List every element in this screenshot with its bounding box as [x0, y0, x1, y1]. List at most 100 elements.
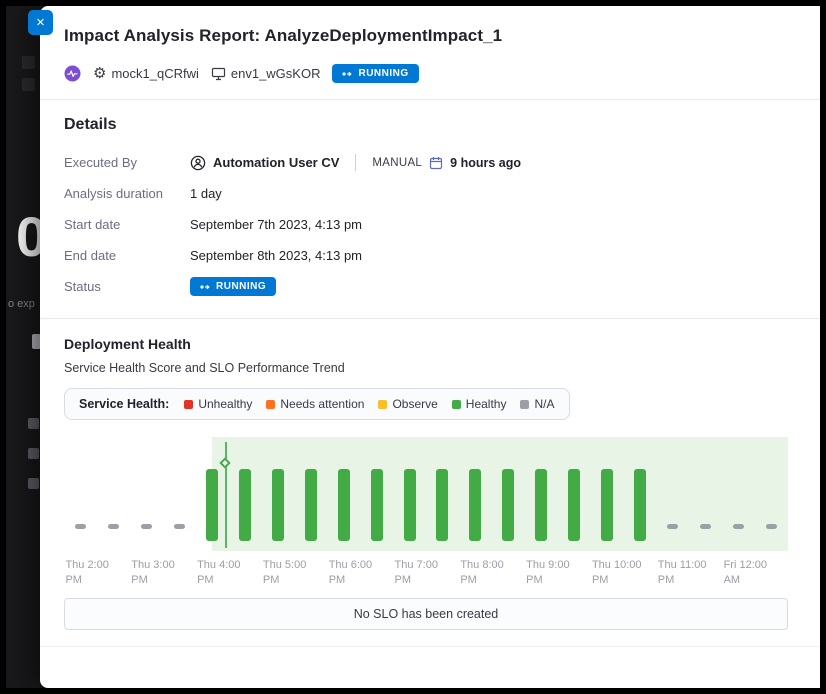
- healthy-bar[interactable]: [568, 469, 580, 541]
- legend-swatch: [520, 400, 529, 409]
- divider: [40, 318, 820, 319]
- executed-time-ago: 9 hours ago: [450, 156, 521, 170]
- axis-slot: Thu 4:00PM: [196, 558, 229, 590]
- detail-row-start-date: Start date September 7th 2023, 4:13 pm: [64, 209, 788, 240]
- close-button[interactable]: ×: [28, 10, 53, 35]
- healthy-bar[interactable]: [502, 469, 514, 541]
- details-rows: Executed By Automation User CV MANUAL: [64, 147, 788, 302]
- impact-analysis-report-drawer: Impact Analysis Report: AnalyzeDeploymen…: [40, 6, 820, 688]
- healthy-bar[interactable]: [436, 469, 448, 541]
- chart-point: [360, 469, 393, 541]
- na-dash[interactable]: [766, 524, 777, 529]
- axis-slot: Thu 6:00PM: [327, 558, 360, 590]
- environment-icon: [211, 67, 226, 81]
- na-dash[interactable]: [75, 524, 86, 529]
- legend-swatch: [378, 400, 387, 409]
- detail-row-end-date: End date September 8th 2023, 4:13 pm: [64, 240, 788, 271]
- detail-row-status: Status RUNNING: [64, 271, 788, 302]
- monitored-service-icon: [64, 65, 81, 82]
- chart-point: [656, 524, 689, 541]
- detail-label: Status: [64, 279, 190, 294]
- na-dash[interactable]: [108, 524, 119, 529]
- modal-title: Impact Analysis Report: AnalyzeDeploymen…: [64, 26, 788, 46]
- legend-swatch: [266, 400, 275, 409]
- detail-row-executed-by: Executed By Automation User CV MANUAL: [64, 147, 788, 178]
- na-dash[interactable]: [174, 524, 185, 529]
- na-dash[interactable]: [141, 524, 152, 529]
- healthy-bar[interactable]: [535, 469, 547, 541]
- vertical-divider: [355, 154, 356, 171]
- na-dash[interactable]: [733, 524, 744, 529]
- environment-item[interactable]: env1_wGsKOR: [211, 66, 321, 81]
- chart-point: [327, 469, 360, 541]
- healthy-bar[interactable]: [305, 469, 317, 541]
- trigger-type: MANUAL: [372, 157, 422, 169]
- legend-item-n-a: N/A: [520, 397, 554, 411]
- slo-empty-banner: No SLO has been created: [64, 598, 788, 630]
- detail-value: 1 day: [190, 186, 222, 201]
- detail-value: Automation User CV MANUAL 9 hours ago: [190, 154, 521, 171]
- background-partial-text: o exp: [8, 298, 35, 310]
- chart-point: [64, 524, 97, 541]
- legend-item-healthy: Healthy: [452, 397, 507, 411]
- background-fragment: [22, 78, 35, 91]
- detail-label: Start date: [64, 217, 190, 232]
- axis-slot: Fri 12:00AM: [722, 558, 755, 590]
- legend-swatch: [452, 400, 461, 409]
- detail-row-analysis-duration: Analysis duration 1 day: [64, 178, 788, 209]
- axis-slot: Thu 3:00PM: [130, 558, 163, 590]
- healthy-bar[interactable]: [239, 469, 251, 541]
- chart-plot-slots: [64, 437, 788, 551]
- divider: [40, 99, 820, 100]
- legend-label: Healthy: [466, 397, 507, 411]
- healthy-bar[interactable]: [338, 469, 350, 541]
- healthy-bar[interactable]: [272, 469, 284, 541]
- running-icon: [342, 70, 353, 78]
- chart-point: [492, 469, 525, 541]
- details-section: Details Executed By Automation User CV M…: [40, 116, 820, 302]
- chart-point: [722, 524, 755, 541]
- healthy-bar[interactable]: [469, 469, 481, 541]
- healthy-bar[interactable]: [601, 469, 613, 541]
- deployment-health-heading: Deployment Health: [64, 336, 788, 352]
- legend-item-needs-attention: Needs attention: [266, 397, 364, 411]
- chart-point: [426, 469, 459, 541]
- deployment-health-section: Deployment Health Service Health Score a…: [40, 336, 820, 630]
- background-icon: [28, 418, 39, 429]
- axis-slot: Thu 2:00PM: [64, 558, 97, 590]
- na-dash[interactable]: [700, 524, 711, 529]
- healthy-bar[interactable]: [206, 469, 218, 541]
- axis-slot: [623, 558, 656, 590]
- health-score-chart: Thu 2:00PMThu 3:00PMThu 4:00PMThu 5:00PM…: [64, 437, 788, 590]
- healthy-bar[interactable]: [634, 469, 646, 541]
- healthy-bar[interactable]: [404, 469, 416, 541]
- na-dash[interactable]: [667, 524, 678, 529]
- status-badge-label: RUNNING: [358, 68, 408, 79]
- footer-divider: [40, 646, 820, 647]
- legend-title: Service Health:: [79, 397, 169, 411]
- legend-label: Observe: [392, 397, 437, 411]
- service-config-item[interactable]: ⚙ mock1_qCRfwi: [93, 66, 199, 81]
- axis-slot: [492, 558, 525, 590]
- background-icon: [28, 478, 39, 489]
- axis-slot: Thu 11:00PM: [656, 558, 689, 590]
- axis-slot: Thu 8:00PM: [459, 558, 492, 590]
- calendar-icon: [429, 156, 443, 170]
- axis-slot: Thu 9:00PM: [525, 558, 558, 590]
- healthy-bar[interactable]: [371, 469, 383, 541]
- user-icon: [190, 155, 206, 171]
- chart-point: [97, 524, 130, 541]
- axis-slot: Thu 10:00PM: [591, 558, 624, 590]
- chart-point: [525, 469, 558, 541]
- detail-value: September 8th 2023, 4:13 pm: [190, 248, 362, 263]
- service-health-legend: Service Health: Unhealthy Needs attention…: [64, 388, 570, 420]
- chart-point: [591, 469, 624, 541]
- deployment-health-subheading: Service Health Score and SLO Performance…: [64, 361, 788, 375]
- detail-value: September 7th 2023, 4:13 pm: [190, 217, 362, 232]
- chart-point: [130, 524, 163, 541]
- axis-slot: [689, 558, 722, 590]
- legend-item-observe: Observe: [378, 397, 437, 411]
- axis-slot: [755, 558, 788, 590]
- chart-point: [294, 469, 327, 541]
- legend-item-unhealthy: Unhealthy: [184, 397, 252, 411]
